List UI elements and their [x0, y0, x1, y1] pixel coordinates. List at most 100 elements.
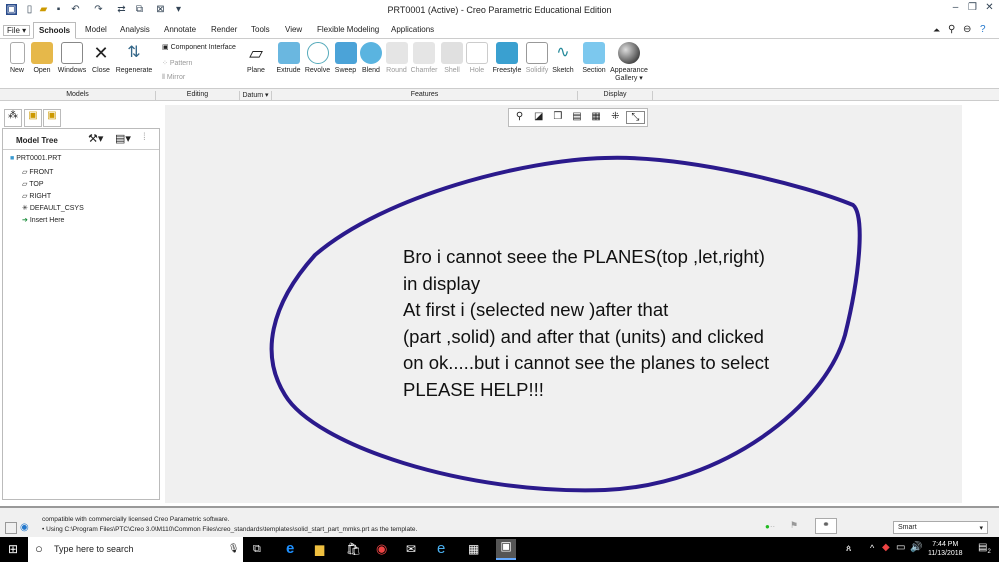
- tab-view[interactable]: View: [282, 25, 305, 34]
- annotation-line: in display: [403, 272, 481, 294]
- close-button[interactable]: ✕: [984, 2, 995, 13]
- microphone-icon[interactable]: 🎙: [228, 543, 239, 554]
- search-icon[interactable]: ⚲: [948, 24, 955, 35]
- tree-item-right[interactable]: ▱ RIGHT: [22, 192, 51, 200]
- revolve-button[interactable]: Revolve: [304, 42, 331, 74]
- maximize-button[interactable]: ❐: [967, 2, 978, 13]
- shell-button[interactable]: Shell: [441, 42, 463, 74]
- tab-applications[interactable]: Applications: [388, 25, 437, 34]
- taskbar: ⊞ ○ Type here to search 🎙 ⧉ e ▆ 🛍 ◉ ✉ e …: [0, 537, 999, 562]
- title-bar: ▣ ▯ ▰ ▪ ↶ ↷ ⇄ ⧉ ⊠ ▾ PRT0001 (Active) - C…: [0, 0, 999, 21]
- file-explorer-icon[interactable]: ▆: [315, 542, 324, 556]
- component-interface-button[interactable]: ▣ Component Interface: [162, 43, 236, 51]
- annotation-line: PLEASE HELP!!!: [403, 378, 544, 400]
- pattern-button[interactable]: ⁘ Pattern: [162, 59, 192, 67]
- label: Extrude: [276, 67, 301, 74]
- group-editing: Editing: [156, 91, 240, 101]
- creo-taskbar-icon[interactable]: ▣: [496, 539, 516, 560]
- hole-button[interactable]: Hole: [466, 42, 488, 74]
- plane-button[interactable]: ▱ Plane: [244, 42, 268, 74]
- group-datum[interactable]: Datum ▾: [240, 91, 272, 101]
- label: Round: [386, 67, 407, 74]
- search-circle-icon: ○: [35, 541, 43, 556]
- status-bar: ◉ compatible with commercially licensed …: [0, 506, 999, 537]
- solidify-button[interactable]: Solidify: [524, 42, 550, 74]
- sketch-button[interactable]: ∿ Sketch: [551, 42, 575, 74]
- tab-flexible-modeling[interactable]: Flexible Modeling: [314, 25, 382, 34]
- mail-icon[interactable]: ✉: [406, 542, 416, 556]
- chamfer-button[interactable]: Chamfer: [410, 42, 438, 74]
- csys-icon: ✳: [22, 205, 28, 212]
- browser-icon[interactable]: ◉: [20, 522, 29, 533]
- notifications-icon[interactable]: ▤2: [978, 542, 991, 555]
- tree-item-insert-here[interactable]: ➔ Insert Here: [22, 216, 64, 224]
- annotation-line: At first i (selected new )after that: [403, 299, 669, 320]
- section-button[interactable]: Section: [581, 42, 607, 74]
- favorites-tab[interactable]: ▣: [43, 109, 61, 127]
- message-line: compatible with commercially licensed Cr…: [42, 516, 230, 523]
- find-button[interactable]: ⚭: [815, 518, 837, 534]
- ribbon: New Open Windows ✕ Close ⇅ Regenerate ▣ Co…: [0, 39, 999, 89]
- selection-filter-select[interactable]: Smart ▾: [893, 521, 988, 534]
- tree-item-csys[interactable]: ✳ DEFAULT_CSYS: [22, 204, 84, 212]
- network-icon[interactable]: ▭: [896, 542, 905, 553]
- windows-button[interactable]: Windows: [56, 42, 88, 74]
- new-button[interactable]: New: [7, 42, 27, 74]
- edge-icon[interactable]: e: [286, 540, 294, 557]
- volume-icon[interactable]: 🔊: [910, 542, 922, 553]
- chrome-icon[interactable]: ◉: [376, 541, 387, 557]
- sweep-button[interactable]: Sweep: [333, 42, 358, 74]
- freestyle-button[interactable]: Freestyle: [491, 42, 523, 74]
- clock[interactable]: 7:44 PM 11/13/2018: [928, 540, 963, 558]
- label: Solidify: [525, 67, 549, 74]
- mirror-button[interactable]: ⫴ Mirror: [162, 74, 185, 82]
- annotation-line: on ok.....but i cannot see the planes to…: [403, 352, 770, 373]
- tab-render[interactable]: Render: [208, 25, 240, 34]
- windows-start-icon[interactable]: ⊞: [8, 542, 18, 556]
- date: 11/13/2018: [928, 550, 963, 557]
- settings-dropdown-icon[interactable]: ⚒▾: [88, 132, 103, 145]
- folder-browser-tab[interactable]: ▣: [24, 109, 42, 127]
- blend-button[interactable]: Blend: [360, 42, 382, 74]
- round-button[interactable]: Round: [384, 42, 409, 74]
- tab-tools[interactable]: Tools: [248, 25, 273, 34]
- settings-icon[interactable]: ⊖: [963, 24, 971, 35]
- store-icon[interactable]: 🛍: [346, 542, 361, 556]
- help-icon[interactable]: ?: [980, 24, 986, 35]
- annotation-line: (part ,solid) and after that (units) and…: [403, 325, 764, 347]
- regenerate-button[interactable]: ⇅ Regenerate: [114, 42, 154, 74]
- collapse-ribbon-icon[interactable]: ⏶: [933, 25, 940, 36]
- tree-item-top[interactable]: ▱ TOP: [22, 180, 43, 188]
- label: Sketch: [552, 67, 574, 74]
- tree-item-front[interactable]: ▱ FRONT: [22, 168, 53, 176]
- annotation-text: Bro i cannot seee the PLANES(top ,let,ri…: [403, 244, 769, 403]
- model-tree-tab[interactable]: ⁂: [4, 109, 22, 127]
- filter-icon[interactable]: ⁞: [143, 132, 146, 143]
- tab-analysis[interactable]: Analysis: [117, 25, 153, 34]
- label: Revolve: [304, 67, 331, 74]
- tree-item-part[interactable]: ■ PRT0001.PRT: [10, 155, 61, 162]
- antivirus-icon[interactable]: ◆: [882, 542, 890, 553]
- toggle-navigator-icon[interactable]: [5, 522, 17, 534]
- extrude-button[interactable]: Extrude: [275, 42, 302, 74]
- minimize-button[interactable]: –: [950, 2, 961, 13]
- plane-icon: ▱: [22, 193, 28, 200]
- tab-model[interactable]: Model: [82, 25, 110, 34]
- label: New: [9, 67, 24, 74]
- people-icon[interactable]: ጰ: [846, 543, 851, 554]
- calculator-icon[interactable]: ▦: [468, 542, 479, 556]
- tray-chevron-icon[interactable]: ^: [870, 543, 874, 553]
- graphics-area[interactable]: ⚲ ◪ ❒ ▤ ▦ ⁜ ⤡ Bro i cannot seee the PLAN…: [165, 105, 962, 503]
- internet-explorer-icon[interactable]: e: [437, 540, 445, 557]
- tab-file[interactable]: File ▾: [3, 25, 31, 36]
- part-icon: ■: [10, 155, 15, 162]
- tab-schools[interactable]: Schools: [33, 22, 77, 39]
- show-dropdown-icon[interactable]: ▤▾: [115, 132, 131, 145]
- task-view-icon[interactable]: ⧉: [253, 543, 261, 556]
- window-title: PRT0001 (Active) - Creo Parametric Educa…: [387, 5, 612, 15]
- appearance-gallery-button[interactable]: Appearance Gallery ▾: [609, 42, 649, 82]
- close-model-button[interactable]: ✕ Close: [90, 42, 112, 74]
- search-box[interactable]: ○ Type here to search 🎙: [28, 537, 243, 562]
- open-button[interactable]: Open: [31, 42, 53, 74]
- tab-annotate[interactable]: Annotate: [161, 25, 199, 34]
